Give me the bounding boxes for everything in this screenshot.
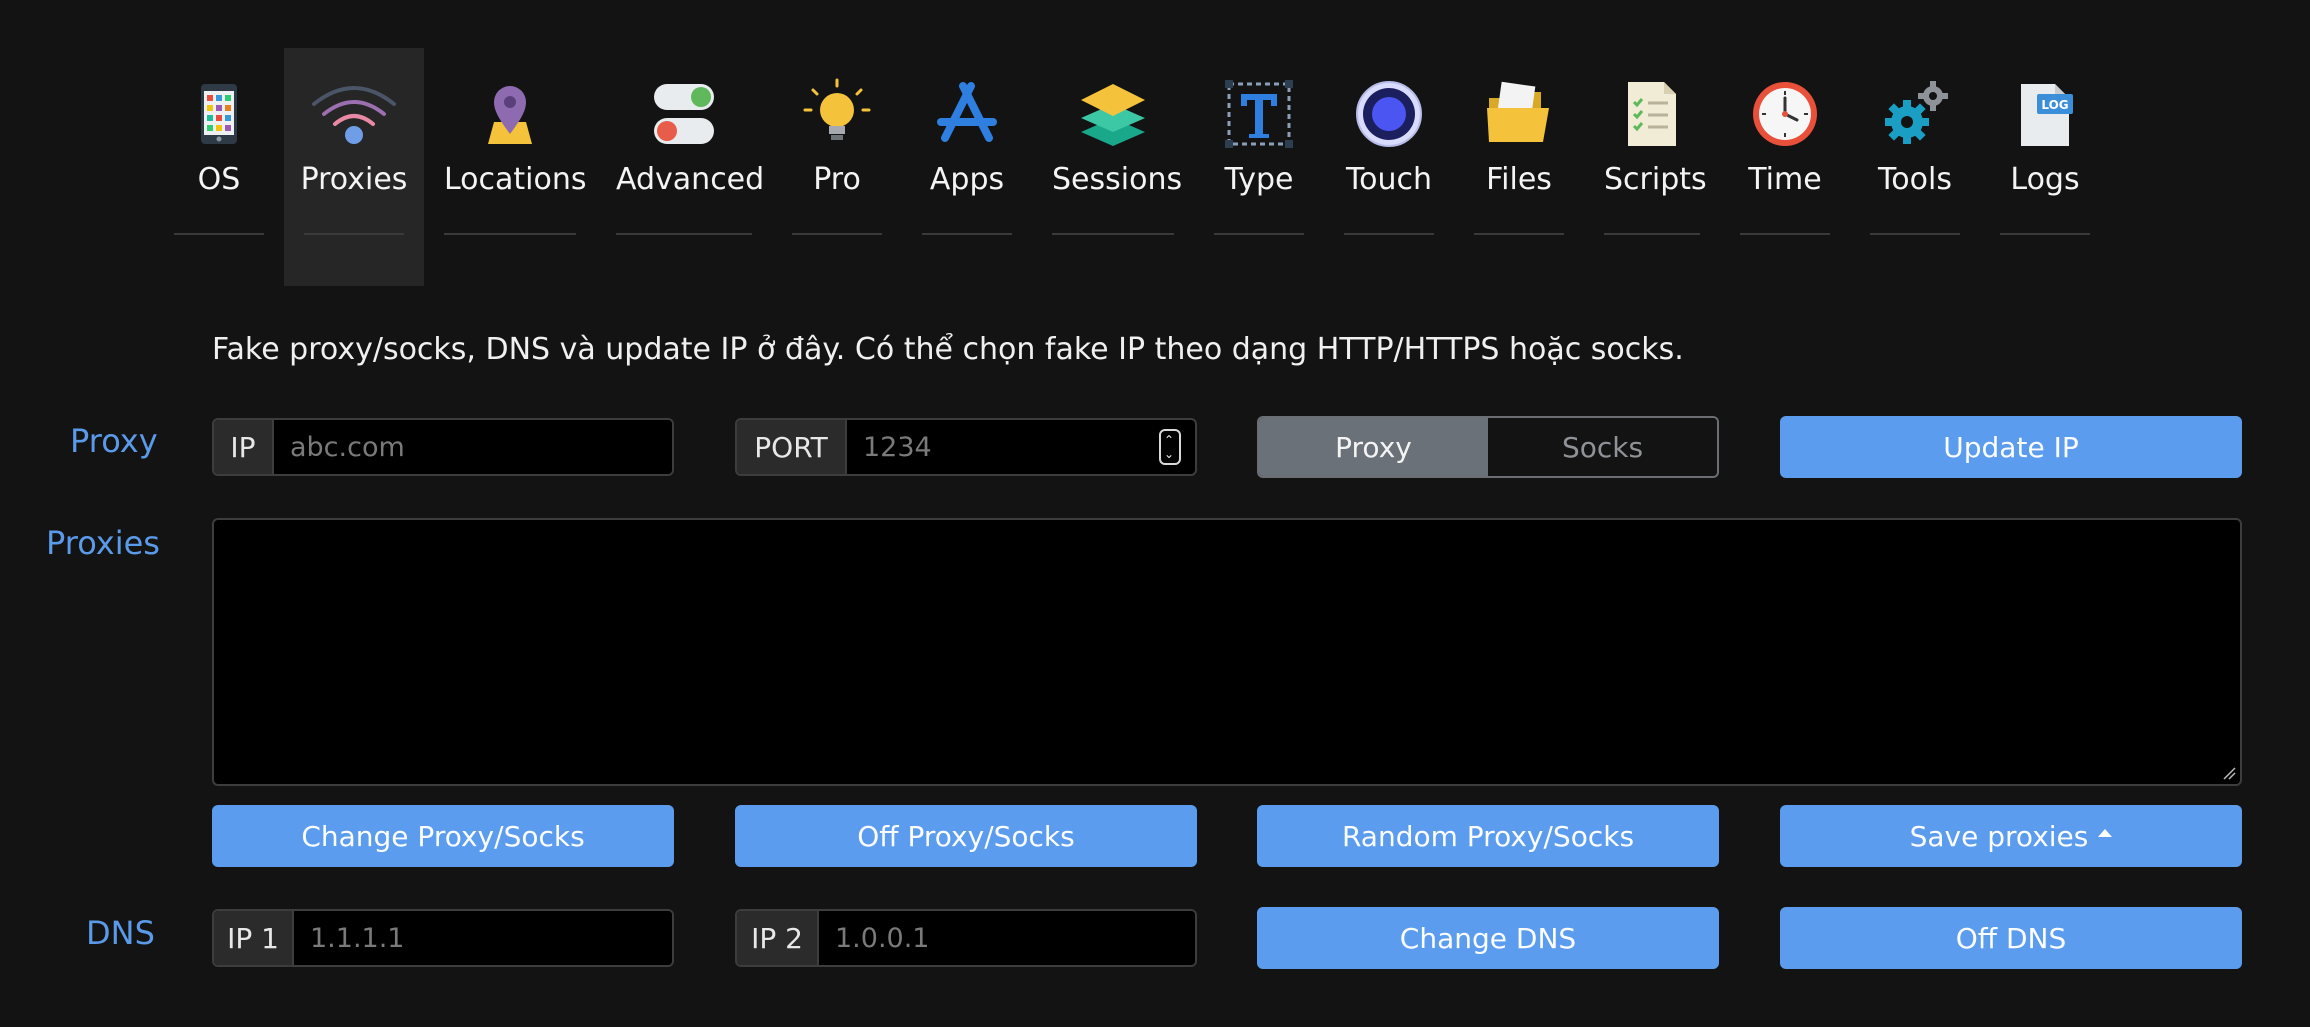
proxy-ip-group: IP	[212, 418, 674, 476]
gears-icon	[1879, 78, 1951, 150]
tab-underline	[616, 233, 752, 235]
tab-underline	[792, 233, 882, 235]
page-description: Fake proxy/socks, DNS và update IP ở đây…	[212, 332, 1684, 367]
tab-pro[interactable]: Pro	[792, 48, 882, 286]
wifi-icon	[309, 78, 399, 150]
tab-label: Proxies	[300, 162, 408, 197]
tab-touch[interactable]: Touch	[1344, 48, 1434, 286]
tab-label: Pro	[813, 162, 861, 197]
off-dns-button[interactable]: Off DNS	[1780, 907, 2242, 969]
tab-underline	[444, 233, 576, 235]
phone-icon	[183, 78, 255, 150]
checklist-icon	[1616, 78, 1688, 150]
layers-icon	[1077, 78, 1149, 150]
port-stepper[interactable]: ⌃ ⌄	[1159, 429, 1181, 465]
touch-circle-icon	[1353, 78, 1425, 150]
tab-underline	[1214, 233, 1304, 235]
caret-up-icon	[2098, 829, 2113, 837]
tab-underline	[1740, 233, 1830, 235]
proxy-mode-toggle: Proxy Socks	[1257, 416, 1719, 478]
stepper-down-icon: ⌄	[1164, 447, 1175, 461]
tab-files[interactable]: Files	[1474, 48, 1564, 286]
change-proxy-button[interactable]: Change Proxy/Socks	[212, 805, 674, 867]
svg-text:LOG: LOG	[2041, 98, 2068, 112]
dns-ip2-input[interactable]	[819, 911, 1195, 965]
dns-row-label: DNS	[86, 914, 155, 952]
dns-ip1-group: IP 1	[212, 909, 674, 967]
off-proxy-button[interactable]: Off Proxy/Socks	[735, 805, 1197, 867]
tab-proxies[interactable]: Proxies	[284, 48, 424, 286]
resize-grip-icon[interactable]	[2222, 766, 2236, 780]
ip1-addon: IP 1	[214, 911, 294, 965]
change-dns-button[interactable]: Change DNS	[1257, 907, 1719, 969]
tab-label: OS	[197, 162, 241, 197]
tab-label: Tools	[1878, 162, 1952, 197]
proxy-ip-input[interactable]	[274, 420, 672, 474]
tab-os[interactable]: OS	[174, 48, 264, 286]
tab-logs[interactable]: LOG Logs	[2000, 48, 2090, 286]
dns-ip1-input[interactable]	[294, 911, 672, 965]
tab-underline	[1344, 233, 1434, 235]
tab-underline	[2000, 233, 2090, 235]
tab-label: Touch	[1345, 162, 1433, 197]
tab-locations[interactable]: Locations	[444, 48, 587, 286]
clock-icon	[1749, 78, 1821, 150]
save-proxies-button[interactable]: Save proxies	[1780, 805, 2242, 867]
tab-scripts[interactable]: Scripts	[1604, 48, 1707, 286]
ip-addon: IP	[214, 420, 274, 474]
tab-sessions[interactable]: Sessions	[1052, 48, 1183, 286]
proxies-textarea[interactable]	[212, 518, 2242, 786]
tab-type[interactable]: Type	[1214, 48, 1304, 286]
toggle-icon	[648, 78, 720, 150]
dns-ip2-group: IP 2	[735, 909, 1197, 967]
tab-underline	[1870, 233, 1960, 235]
tab-underline	[1604, 233, 1700, 235]
mode-proxy-option[interactable]: Proxy	[1259, 418, 1488, 476]
tab-label: Logs	[2010, 162, 2080, 197]
proxy-port-group: PORT ⌃ ⌄	[735, 418, 1197, 476]
tab-label: Apps	[929, 162, 1005, 197]
tab-label: Locations	[444, 162, 587, 197]
tab-underline	[304, 233, 404, 235]
stepper-up-icon: ⌃	[1164, 433, 1175, 447]
folder-icon	[1483, 78, 1555, 150]
tab-label: Advanced	[616, 162, 765, 197]
port-addon: PORT	[737, 420, 847, 474]
text-type-icon	[1223, 78, 1295, 150]
tab-time[interactable]: Time	[1740, 48, 1830, 286]
proxy-row-label: Proxy	[70, 422, 158, 460]
tab-label: Scripts	[1604, 162, 1707, 197]
ip2-addon: IP 2	[737, 911, 819, 965]
log-file-icon: LOG	[2009, 78, 2081, 150]
tab-advanced[interactable]: Advanced	[616, 48, 765, 286]
tab-underline	[1474, 233, 1564, 235]
proxies-row-label: Proxies	[46, 524, 160, 562]
save-proxies-label: Save proxies	[1909, 819, 2089, 853]
tab-underline	[1052, 233, 1174, 235]
map-pin-icon	[474, 78, 546, 150]
tab-label: Type	[1224, 162, 1294, 197]
tab-apps[interactable]: Apps	[922, 48, 1012, 286]
update-ip-button[interactable]: Update IP	[1780, 416, 2242, 478]
mode-socks-option[interactable]: Socks	[1488, 418, 1717, 476]
lightbulb-icon	[801, 78, 873, 150]
tab-label: Time	[1748, 162, 1822, 197]
app-store-icon	[931, 78, 1003, 150]
random-proxy-button[interactable]: Random Proxy/Socks	[1257, 805, 1719, 867]
tab-label: Sessions	[1052, 162, 1183, 197]
tab-tools[interactable]: Tools	[1870, 48, 1960, 286]
tab-underline	[174, 233, 264, 235]
top-nav: OS Proxies Locations Advanced Pro Apps S…	[0, 0, 2310, 300]
proxy-port-input[interactable]	[847, 420, 1159, 474]
tab-underline	[922, 233, 1012, 235]
tab-label: Files	[1486, 162, 1552, 197]
